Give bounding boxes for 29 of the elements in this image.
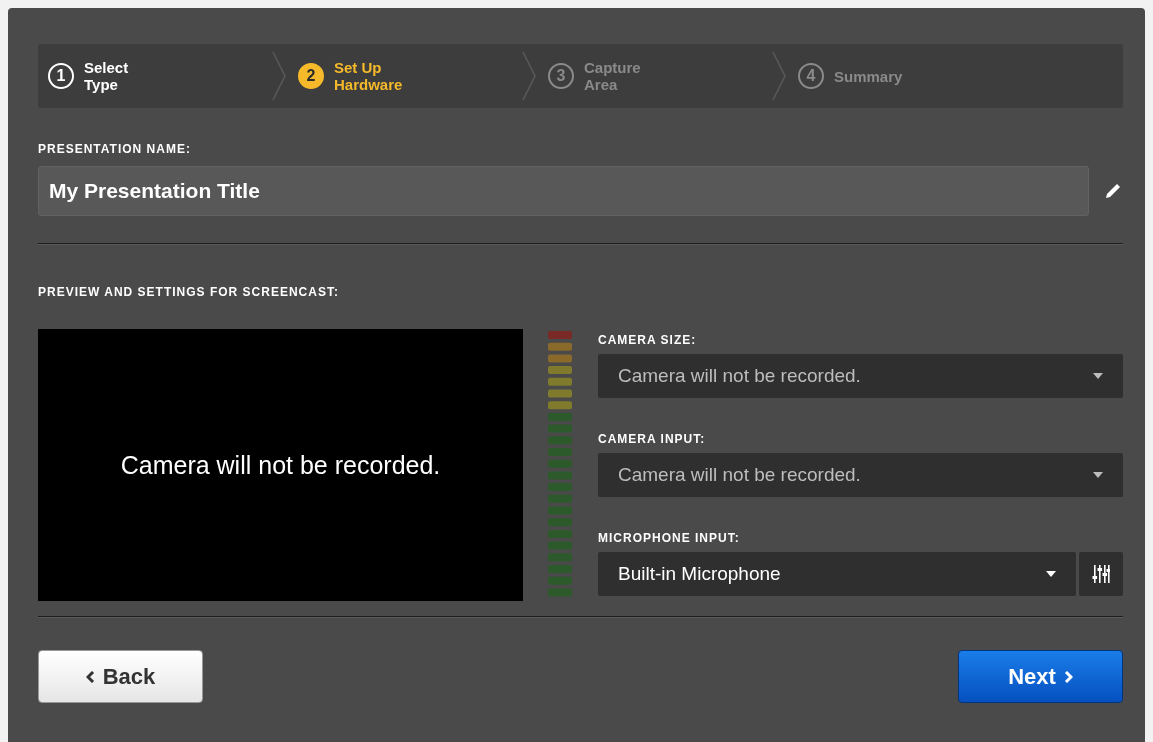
pencil-icon bbox=[1103, 181, 1123, 201]
caret-icon bbox=[1093, 472, 1103, 478]
field-label: CAMERA INPUT: bbox=[598, 432, 707, 446]
step-label: Summary bbox=[834, 67, 903, 85]
field-label: PRESENTATION NAME: bbox=[38, 142, 192, 156]
caret-icon bbox=[1093, 373, 1103, 379]
next-button[interactable]: Next bbox=[958, 650, 1123, 703]
step-number: 2 bbox=[298, 63, 324, 89]
field-label: CAMERA SIZE: bbox=[598, 333, 698, 347]
chevron-left-icon bbox=[85, 670, 95, 683]
step-label: Select Type bbox=[84, 59, 129, 93]
back-button[interactable]: Back bbox=[38, 650, 203, 703]
chevron-icon bbox=[522, 51, 536, 101]
chevron-icon bbox=[272, 51, 286, 101]
chevron-icon bbox=[772, 51, 786, 101]
caret-icon bbox=[1046, 571, 1056, 577]
step-label: Set Up Hardware bbox=[334, 59, 403, 93]
chevron-right-icon bbox=[1063, 670, 1073, 683]
name-input[interactable]: My Presentation Title bbox=[38, 166, 1089, 216]
sliders-icon bbox=[1092, 564, 1110, 584]
section-heading: PREVIEW AND SETTINGS FOR SCREENCAST: bbox=[38, 285, 340, 299]
field-label: MICROPHONE INPUT: bbox=[598, 531, 741, 545]
step-number: 3 bbox=[548, 63, 574, 89]
step-number: 4 bbox=[798, 63, 824, 89]
select-field[interactable]: Built-in Microphone bbox=[598, 552, 1076, 596]
mixer-button[interactable] bbox=[1079, 552, 1123, 596]
preview-message: Camera will not be recorded. bbox=[120, 450, 441, 480]
step-label: Capture Area bbox=[584, 59, 641, 93]
step-number: 1 bbox=[48, 63, 74, 89]
